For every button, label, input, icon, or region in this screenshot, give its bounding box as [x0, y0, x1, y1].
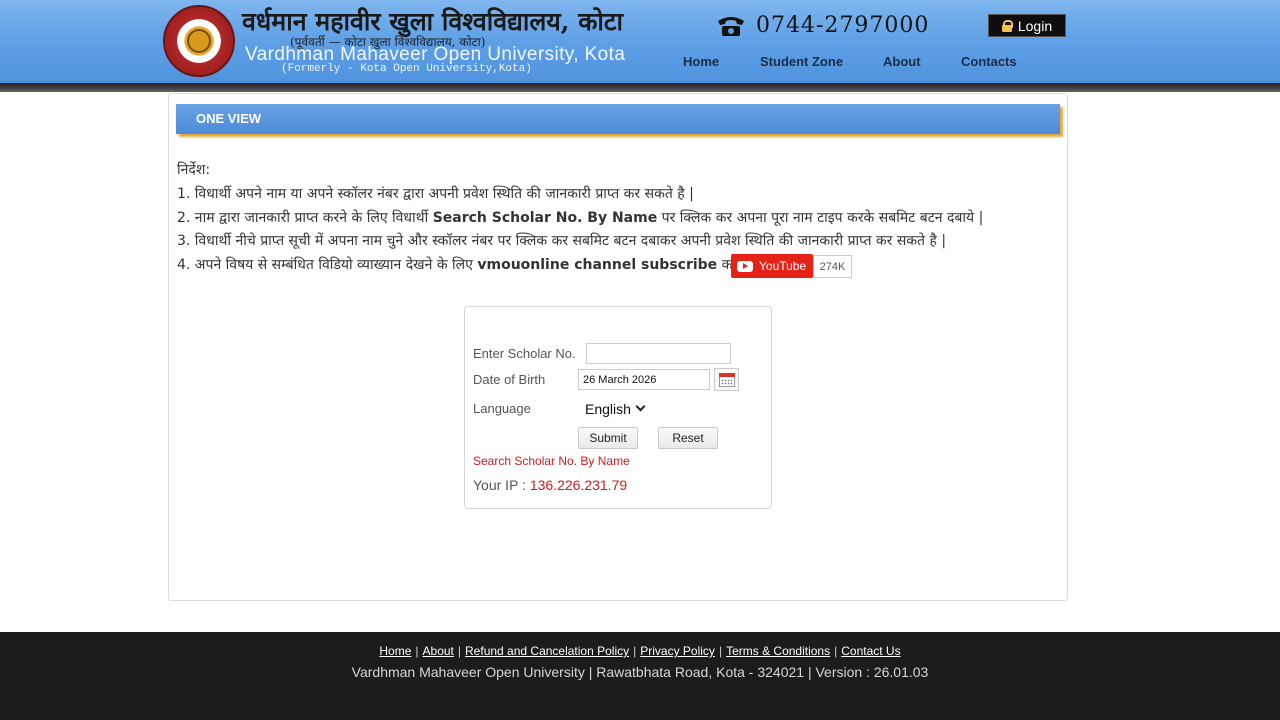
ip-label: Your IP :: [473, 477, 530, 493]
chevron-down-icon: [635, 401, 646, 412]
scholar-no-label: Enter Scholar No.: [473, 346, 576, 361]
submit-button[interactable]: Submit: [578, 427, 638, 449]
search-by-name-link[interactable]: Search Scholar No. By Name: [473, 454, 630, 468]
instruction-2-bold: Search Scholar No. By Name: [432, 210, 658, 226]
calendar-grid: [721, 379, 733, 385]
footer-link-contact-us[interactable]: Contact Us: [841, 644, 900, 658]
youtube-subscribe-button[interactable]: YouTube: [731, 254, 813, 278]
youtube-icon: [737, 260, 753, 272]
footer-link-home[interactable]: Home: [379, 644, 411, 658]
calendar-icon[interactable]: [714, 368, 739, 391]
youtube-label: YouTube: [759, 259, 807, 273]
instruction-line-4: 4. अपने विषय से सम्बंधित विडियो व्याख्या…: [177, 255, 738, 274]
instruction-4-prefix: 4. अपने विषय से सम्बंधित विडियो व्याख्या…: [177, 257, 478, 273]
scholar-no-input[interactable]: [586, 343, 731, 364]
ip-display: Your IP : 136.226.231.79: [473, 477, 627, 493]
nav-home[interactable]: Home: [683, 54, 719, 69]
instruction-line-3: 3. विधार्थी नीचे प्राप्त सूची में अपना न…: [177, 233, 947, 249]
footer-info: Vardhman Mahaveer Open University | Rawa…: [351, 664, 929, 680]
dob-label: Date of Birth: [473, 372, 546, 387]
instructions-heading: निर्देश:: [177, 162, 211, 178]
logo-center: [187, 29, 211, 53]
language-selected: English: [585, 400, 631, 417]
university-formerly-english: (Formerly - Kota Open University,Kota): [281, 63, 532, 75]
nav-contacts[interactable]: Contacts: [961, 54, 1017, 69]
footer-separator: |: [718, 644, 723, 658]
calendar-header: [719, 373, 735, 377]
footer-separator: |: [834, 644, 838, 658]
footer-separator: |: [457, 644, 462, 658]
language-select[interactable]: English: [578, 396, 650, 421]
nav-about[interactable]: About: [883, 54, 921, 69]
instruction-4-bold: vmouonline channel subscribe: [477, 257, 718, 273]
phone-icon: [718, 17, 744, 36]
instruction-2-suffix: पर क्लिक कर अपना पूरा नाम टाइप करके सबमि…: [657, 210, 984, 226]
footer-link-terms[interactable]: Terms & Conditions: [726, 644, 830, 658]
instruction-2-prefix: 2. नाम द्वारा जानकारी प्राप्त करने के लि…: [177, 210, 433, 226]
footer-separator: |: [415, 644, 419, 658]
header-divider: [0, 83, 1280, 92]
ip-value: 136.226.231.79: [529, 477, 628, 493]
dob-input[interactable]: [578, 369, 710, 390]
university-logo[interactable]: [163, 5, 235, 77]
lock-icon: [1001, 19, 1013, 32]
footer-links: Home | About | Refund and Cancelation Policy…: [0, 644, 1280, 658]
youtube-subscriber-count: 274K: [813, 255, 852, 278]
phone-number: 0744-2797000: [756, 13, 930, 38]
footer-separator: |: [633, 644, 637, 658]
nav-student-zone[interactable]: Student Zone: [760, 54, 843, 69]
reset-button[interactable]: Reset: [658, 427, 718, 449]
section-title: ONE VIEW: [176, 104, 1060, 134]
footer-link-privacy-policy[interactable]: Privacy Policy: [640, 644, 715, 658]
login-button[interactable]: Login: [988, 14, 1066, 37]
instruction-line-1: 1. विधार्थी अपने नाम या अपने स्कॉलर नंबर…: [177, 186, 694, 202]
footer-link-about[interactable]: About: [423, 644, 454, 658]
login-label: Login: [1017, 17, 1053, 34]
footer-link-refund-policy[interactable]: Refund and Cancelation Policy: [465, 644, 629, 658]
instruction-line-2: 2. नाम द्वारा जानकारी प्राप्त करने के लि…: [177, 208, 983, 227]
language-label: Language: [473, 401, 531, 416]
